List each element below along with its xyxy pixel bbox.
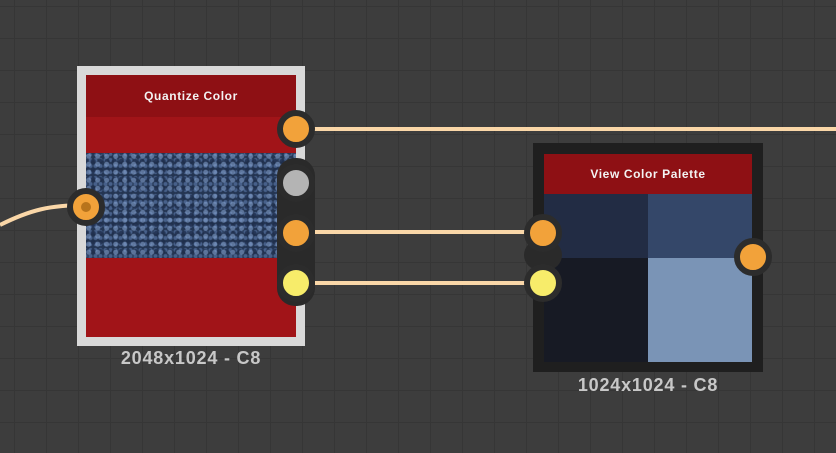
port-connected-dot xyxy=(81,202,91,212)
view-color-palette-node[interactable]: View Color Palette xyxy=(533,143,763,372)
quantize-output-port-1[interactable] xyxy=(277,110,315,148)
palette-swatch-4 xyxy=(648,258,752,362)
quantize-output-port-2[interactable] xyxy=(277,164,315,202)
palette-input-port-1[interactable] xyxy=(524,214,562,252)
quantize-color-node[interactable]: Quantize Color xyxy=(77,66,305,346)
quantize-input-port[interactable] xyxy=(67,188,105,226)
quantize-node-body: Quantize Color xyxy=(86,75,296,337)
quantize-output-port-3[interactable] xyxy=(277,214,315,252)
quantize-node-title: Quantize Color xyxy=(86,75,296,117)
palette-node-caption: 1024x1024 - C8 xyxy=(577,375,719,395)
quantize-node-caption: 2048x1024 - C8 xyxy=(120,348,262,368)
palette-node-title: View Color Palette xyxy=(544,154,752,194)
palette-output-port[interactable] xyxy=(734,238,772,276)
quantize-output-port-4[interactable] xyxy=(277,264,315,302)
palette-input-port-2[interactable] xyxy=(524,264,562,302)
quantize-preview-thumbnail xyxy=(86,153,296,258)
